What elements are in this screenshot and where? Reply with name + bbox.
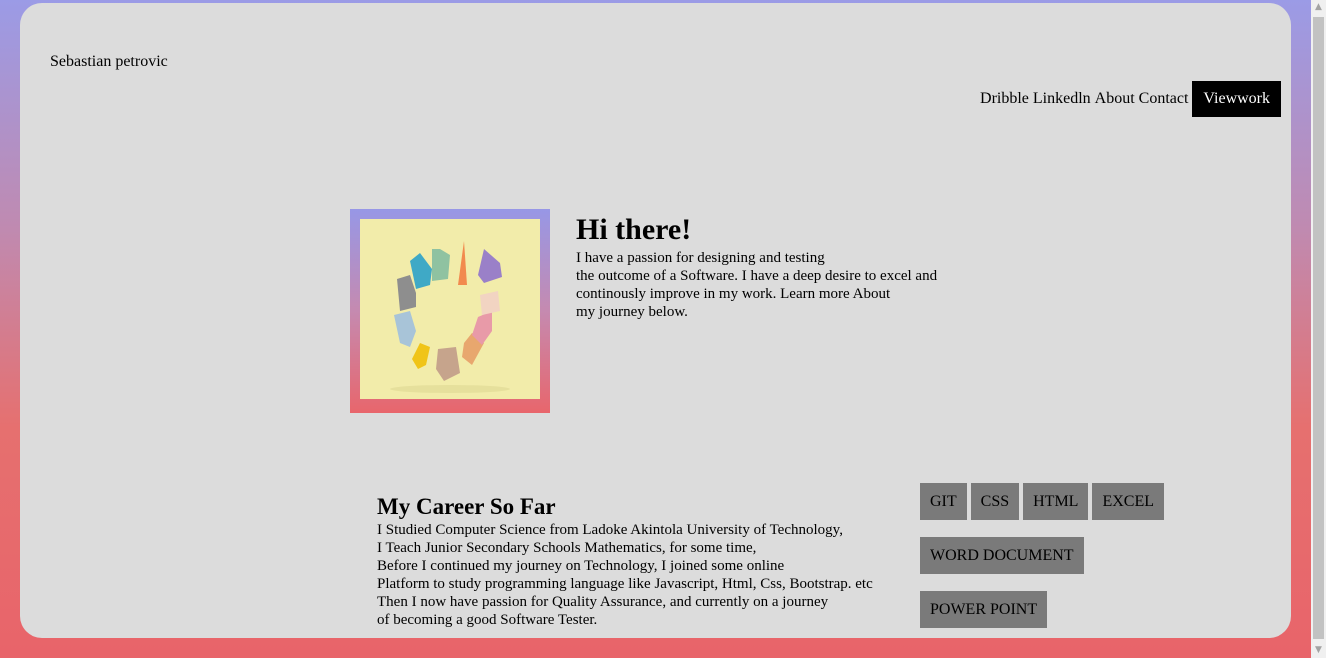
- top-nav: Dribble Linkedln About Contact Viewwork: [976, 81, 1281, 117]
- skill-badge-word: WORD DOCUMENT: [920, 537, 1084, 574]
- scrollbar-thumb[interactable]: [1313, 17, 1324, 639]
- skill-badge-html: HTML: [1023, 483, 1089, 520]
- career-line-2: I Teach Junior Secondary Schools Mathema…: [377, 540, 757, 556]
- career-line-5: Then I now have passion for Quality Assu…: [377, 594, 829, 610]
- career-line-1: I Studied Computer Science from Ladoke A…: [377, 522, 843, 538]
- skill-badge-css: CSS: [970, 483, 1020, 520]
- career-line-3: Before I continued my journey on Technol…: [377, 558, 785, 574]
- nav-link-dribble[interactable]: Dribble: [980, 90, 1029, 108]
- hero-text: Hi there! I have a passion for designing…: [576, 211, 976, 321]
- career-line-4: Platform to study programming language l…: [377, 576, 873, 592]
- skill-badge-excel: EXCEL: [1092, 483, 1164, 520]
- vertical-scrollbar[interactable]: ▲ ▼: [1311, 0, 1326, 658]
- brand-name[interactable]: Sebastian petrovic: [50, 53, 168, 71]
- hero-line-1: I have a passion for designing and testi…: [576, 250, 825, 266]
- scroll-down-icon[interactable]: ▼: [1311, 643, 1326, 658]
- skill-badge-git: GIT: [920, 483, 967, 520]
- career-title: My Career So Far: [377, 494, 556, 519]
- nav-link-contact[interactable]: Contact: [1139, 90, 1189, 108]
- career-section: My Career So Far I Studied Computer Scie…: [377, 493, 917, 629]
- hero-line-2: the outcome of a Software. I have a deep…: [576, 268, 938, 284]
- skill-badge-powerpoint: POWER POINT: [920, 591, 1048, 628]
- viewwork-button[interactable]: Viewwork: [1192, 81, 1281, 117]
- hero-line-3: continously improve in my work. Learn mo…: [576, 286, 891, 302]
- main-card: Sebastian petrovic Dribble Linkedln Abou…: [20, 3, 1291, 638]
- nav-link-about[interactable]: About: [1095, 90, 1135, 108]
- colorful-blocks-image: [360, 219, 540, 399]
- hero-photo: [360, 219, 540, 399]
- career-line-6: of becoming a good Software Tester.: [377, 612, 598, 628]
- hero-image-frame: [350, 209, 550, 413]
- nav-link-linkedin[interactable]: Linkedln: [1033, 90, 1091, 108]
- hero-title: Hi there!: [576, 213, 692, 246]
- hero-line-4: my journey below.: [576, 304, 688, 320]
- scroll-up-icon[interactable]: ▲: [1311, 0, 1326, 15]
- skills-list: GIT CSS HTML EXCEL WORD DOCUMENT POWER P…: [920, 483, 1180, 638]
